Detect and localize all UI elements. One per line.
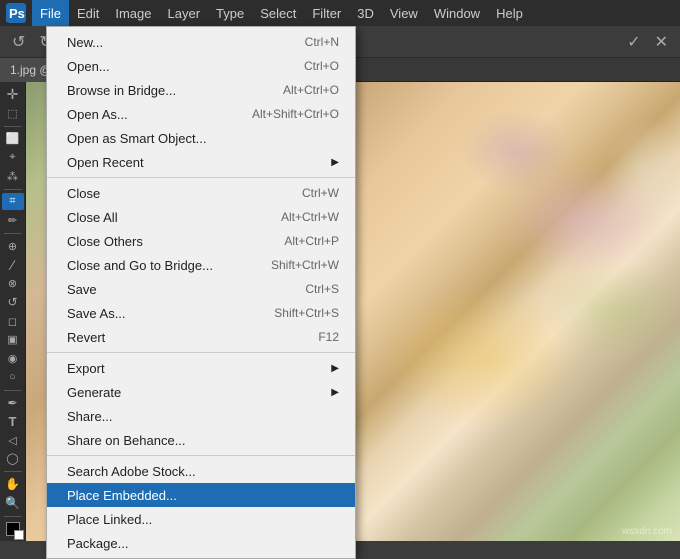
menu-group-3: Export ▶ Generate ▶ Share... Share on Be… [47, 352, 355, 455]
menu-item-close[interactable]: Close Ctrl+W [47, 181, 355, 205]
menu-bar: Ps File Edit Image Layer Type Select Fil… [0, 0, 680, 26]
tool-healing[interactable]: ⊕ [2, 238, 24, 255]
tool-quick-select[interactable]: ⁂ [2, 168, 24, 185]
menu-item-search-stock[interactable]: Search Adobe Stock... [47, 459, 355, 483]
menu-item-open-as[interactable]: Open As... Alt+Shift+Ctrl+O [47, 102, 355, 126]
app-logo: Ps [4, 1, 28, 25]
menu-item-close-all[interactable]: Close All Alt+Ctrl+W [47, 205, 355, 229]
menu-view[interactable]: View [382, 0, 426, 26]
menu-layer[interactable]: Layer [160, 0, 209, 26]
menu-item-new[interactable]: New... Ctrl+N [47, 30, 355, 54]
menu-item-close-bridge[interactable]: Close and Go to Bridge... Shift+Ctrl+W [47, 253, 355, 277]
foreground-color[interactable] [2, 520, 24, 537]
menu-item-revert[interactable]: Revert F12 [47, 325, 355, 349]
tool-eyedropper[interactable]: ✏ [2, 212, 24, 229]
menu-item-save-as[interactable]: Save As... Shift+Ctrl+S [47, 301, 355, 325]
menu-window[interactable]: Window [426, 0, 488, 26]
toolbar-divider-1 [4, 126, 22, 127]
tool-hand[interactable]: ✋ [2, 476, 24, 493]
menu-item-open-recent[interactable]: Open Recent ▶ [47, 150, 355, 174]
tool-pen[interactable]: ✒ [2, 394, 24, 411]
tool-path[interactable]: ◁ [2, 432, 24, 449]
confirm-icon[interactable]: ✓ [623, 30, 644, 54]
menu-item-package[interactable]: Package... [47, 531, 355, 555]
toolbar-divider-4 [4, 390, 22, 391]
file-dropdown-menu: New... Ctrl+N Open... Ctrl+O Browse in B… [46, 26, 356, 559]
tool-lasso[interactable]: ⌖ [2, 149, 24, 166]
tool-zoom[interactable]: 🔍 [2, 495, 24, 512]
tool-brush[interactable]: ∕ [2, 256, 24, 273]
menu-edit[interactable]: Edit [69, 0, 107, 26]
menu-group-1: New... Ctrl+N Open... Ctrl+O Browse in B… [47, 27, 355, 177]
menu-3d[interactable]: 3D [349, 0, 382, 26]
cancel-icon[interactable]: ✕ [651, 30, 672, 54]
menu-item-share[interactable]: Share... [47, 404, 355, 428]
menu-item-generate[interactable]: Generate ▶ [47, 380, 355, 404]
tool-marquee[interactable]: ⬜ [2, 131, 24, 148]
toolbar-divider-3 [4, 233, 22, 234]
svg-text:Ps: Ps [9, 6, 25, 21]
tool-clone[interactable]: ⊗ [2, 275, 24, 292]
tool-dodge[interactable]: ○ [2, 369, 24, 386]
menu-file[interactable]: File [32, 0, 69, 26]
menu-item-smart-object[interactable]: Open as Smart Object... [47, 126, 355, 150]
menu-filter[interactable]: Filter [304, 0, 349, 26]
menu-group-2: Close Ctrl+W Close All Alt+Ctrl+W Close … [47, 177, 355, 352]
menu-select[interactable]: Select [252, 0, 304, 26]
tool-crop[interactable]: ⌗ [2, 193, 24, 210]
menu-item-place-linked[interactable]: Place Linked... [47, 507, 355, 531]
tool-text[interactable]: T [2, 413, 24, 430]
menu-item-place-embedded[interactable]: Place Embedded... [47, 483, 355, 507]
toolbar-divider-6 [4, 516, 22, 517]
tool-eraser[interactable]: ◻ [2, 313, 24, 330]
watermark: wsxdn.com [622, 526, 672, 537]
menu-item-share-behance[interactable]: Share on Behance... [47, 428, 355, 452]
tool-history[interactable]: ↺ [2, 294, 24, 311]
menu-image[interactable]: Image [107, 0, 159, 26]
toolbar-divider-2 [4, 189, 22, 190]
tool-move[interactable]: ✛ [2, 86, 24, 103]
tool-blur[interactable]: ◉ [2, 350, 24, 367]
menu-item-open[interactable]: Open... Ctrl+O [47, 54, 355, 78]
menu-help[interactable]: Help [488, 0, 531, 26]
menu-group-4: Search Adobe Stock... Place Embedded... … [47, 455, 355, 558]
tool-gradient[interactable]: ▣ [2, 331, 24, 348]
rotate-left-icon[interactable]: ↺ [8, 30, 29, 54]
toolbar-divider-5 [4, 471, 22, 472]
menu-type[interactable]: Type [208, 0, 252, 26]
tool-shape[interactable]: ◯ [2, 451, 24, 468]
menu-item-export[interactable]: Export ▶ [47, 356, 355, 380]
tool-artboard[interactable]: ⬚ [2, 105, 24, 122]
menu-item-browse[interactable]: Browse in Bridge... Alt+Ctrl+O [47, 78, 355, 102]
menu-item-save[interactable]: Save Ctrl+S [47, 277, 355, 301]
left-toolbar: ✛ ⬚ ⬜ ⌖ ⁂ ⌗ ✏ ⊕ ∕ ⊗ ↺ ◻ ▣ ◉ ○ ✒ T ◁ ◯ ✋ … [0, 82, 26, 541]
menu-item-close-others[interactable]: Close Others Alt+Ctrl+P [47, 229, 355, 253]
